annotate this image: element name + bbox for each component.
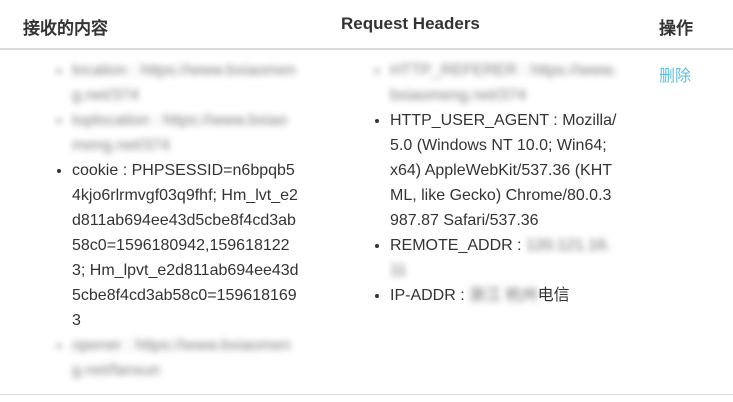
table-header: 接收的内容 Request Headers 操作 — [0, 0, 733, 50]
header-actions: 操作 — [659, 19, 693, 38]
header-received-content: 接收的内容 — [23, 19, 108, 38]
received-item-cookie: cookie : PHPSESSID=n6bpqb54kjo6rlrmvgf03… — [72, 158, 300, 333]
header-request-headers: Request Headers — [341, 14, 480, 33]
received-item-opener: opener : https://www.bxiaomeng.net/fanxu… — [72, 333, 300, 383]
ip-addr-label: IP-ADDR : — [390, 287, 470, 304]
remote-addr-label: REMOTE_ADDR : — [390, 237, 527, 254]
header-item-user-agent: HTTP_USER_AGENT : Mozilla/5.0 (Windows N… — [390, 108, 618, 233]
ip-addr-isp: 电信 — [537, 287, 570, 304]
received-item-location: location : https://www.bxiaomeng.net/374 — [72, 58, 300, 108]
table-row: location : https://www.bxiaomeng.net/374… — [0, 50, 733, 395]
received-content-list: location : https://www.bxiaomeng.net/374… — [50, 58, 300, 383]
ip-addr-region: 浙江 杭州 — [469, 287, 538, 304]
delete-link[interactable]: 删除 — [659, 62, 691, 86]
header-item-referer: HTTP_REFERER : https://www.bxiaomeng.net… — [390, 58, 618, 108]
results-table: 接收的内容 Request Headers 操作 location : http… — [0, 0, 733, 402]
header-item-remote-addr: REMOTE_ADDR : 120.121.16.11 — [390, 233, 618, 283]
request-headers-list: HTTP_REFERER : https://www.bxiaomeng.net… — [368, 58, 618, 308]
received-item-toplocation: toplocation : https://www.bxiaomeng.net/… — [72, 108, 300, 158]
header-item-ip-addr: IP-ADDR : 浙江 杭州电信 — [390, 283, 618, 308]
